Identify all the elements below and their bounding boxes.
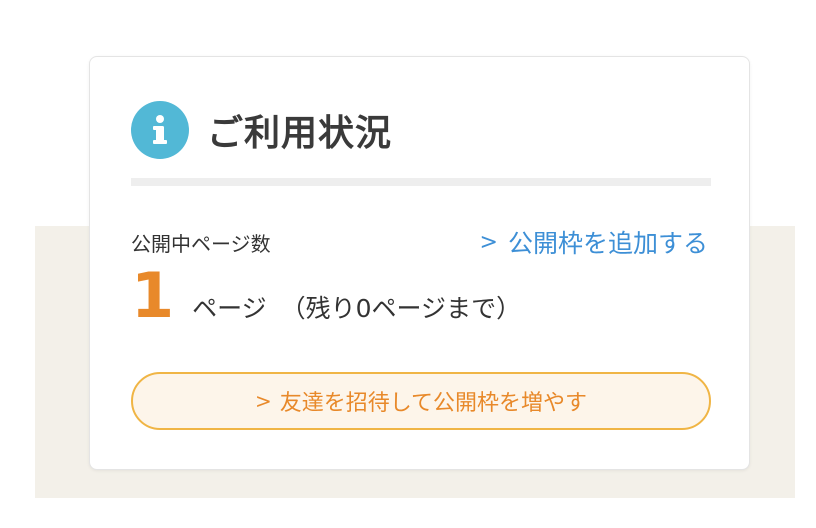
add-publish-slot-link[interactable]: > 公開枠を追加する — [480, 224, 708, 260]
page-count-value: 1 — [131, 259, 175, 332]
chevron-right-icon: > — [254, 389, 272, 413]
page-count-row: 1 ページ （残り0ページまで） — [131, 265, 521, 327]
invite-friends-label: 友達を招待して公開枠を増やす — [279, 391, 588, 416]
page-count-unit: ページ — [192, 294, 267, 323]
published-pages-label: 公開中ページ数 — [131, 232, 271, 256]
remaining-pages-text: （残り0ページまで） — [280, 294, 522, 323]
card-title: ご利用状況 — [207, 113, 393, 154]
invite-friends-button[interactable]: > 友達を招待して公開枠を増やす — [131, 372, 711, 430]
usage-card: ご利用状況 公開中ページ数 > 公開枠を追加する 1 ページ （残り0ページまで… — [89, 56, 750, 470]
chevron-right-icon: > — [479, 229, 498, 255]
divider — [131, 178, 711, 186]
info-icon — [131, 101, 189, 159]
page: ご利用状況 公開中ページ数 > 公開枠を追加する 1 ページ （残り0ページまで… — [0, 0, 816, 528]
add-publish-slot-label: 公開枠を追加する — [507, 229, 708, 258]
card-header: ご利用状況 — [131, 101, 392, 159]
